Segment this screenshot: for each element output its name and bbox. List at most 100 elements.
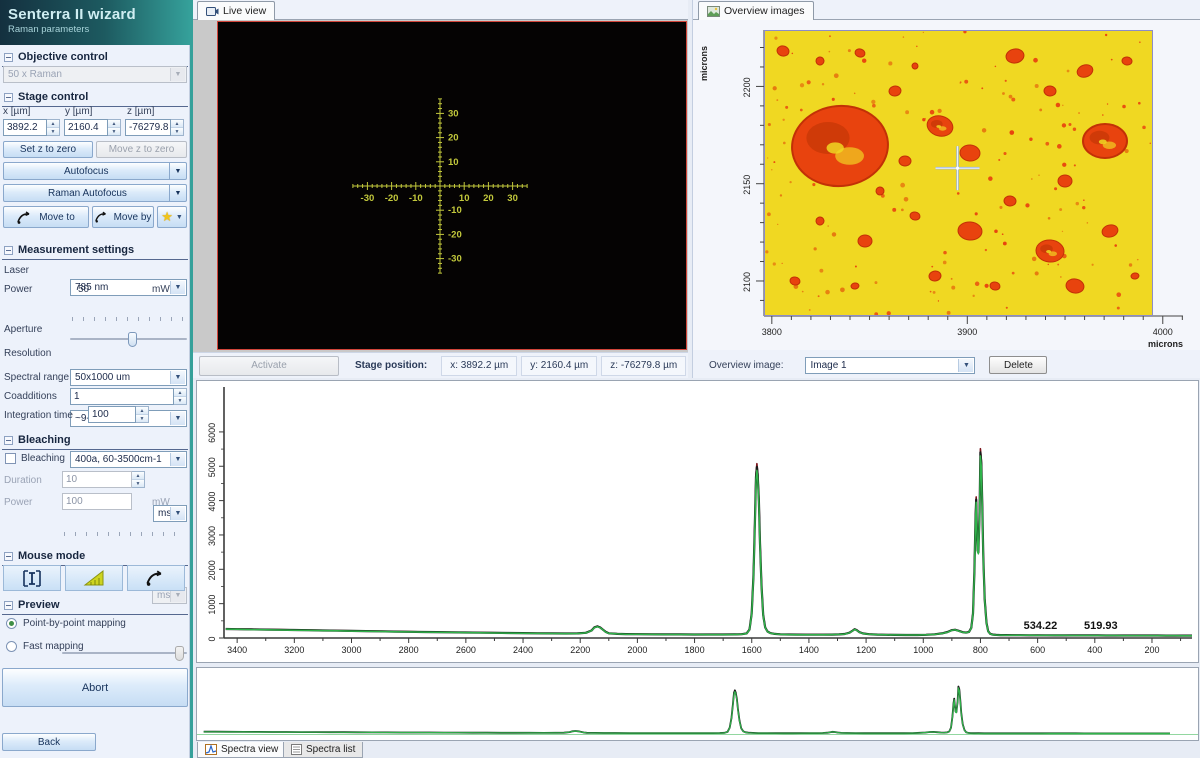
integration-time-field[interactable]: 100 ▲▼ [88,406,149,423]
raman-autofocus-button[interactable]: Raman Autofocus ▼ [3,184,187,202]
autofocus-button[interactable]: Autofocus ▼ [3,162,187,180]
move-by-button[interactable]: Move by [92,206,154,228]
radio-icon[interactable] [6,618,17,629]
z-position-value[interactable]: -76279.8 [125,119,171,136]
collapse-icon[interactable] [4,246,13,255]
integration-stepper[interactable]: ▲▼ [136,406,149,423]
svg-text:200: 200 [1144,645,1159,655]
section-title: Measurement settings [18,244,134,256]
chevron-down-icon[interactable]: ▼ [169,185,186,201]
overview-image-value: Image 1 [810,360,846,371]
measure-tool-button[interactable] [65,565,123,591]
move-by-label: Move by [114,212,152,223]
integration-time-value[interactable]: 100 [88,406,136,423]
bleach-power-unit: mW [152,497,170,508]
tab-live-view[interactable]: Live view [197,1,275,20]
bleaching-checkbox[interactable] [5,453,16,464]
move-to-button[interactable]: Move to [3,206,89,228]
collapse-icon[interactable] [4,601,13,610]
collapse-icon[interactable] [4,552,13,561]
tab-overview-images[interactable]: Overview images [698,1,814,20]
x-position-value[interactable]: 3892.2 [3,119,47,136]
duration-field[interactable]: 10 ▲▼ [62,471,145,488]
duration-value[interactable]: 10 [62,471,132,488]
chevron-down-icon: ▼ [170,371,185,384]
spectra-minimap-chart [197,668,1198,740]
live-view-image[interactable]: 1010-10-102020-20-203030-30-30 [217,21,687,350]
bleach-power-value[interactable]: 100 [62,493,132,510]
tab-spectra-list[interactable]: Spectra list [283,742,363,758]
aperture-label: Aperture [4,324,42,335]
radio-label: Point-by-point mapping [23,618,126,629]
power-slider[interactable] [70,332,187,346]
spectral-range-label: Spectral range [4,372,69,383]
svg-text:1200: 1200 [856,645,876,655]
z-stepper[interactable]: ▲▼ [171,119,184,136]
y-stepper[interactable]: ▲▼ [108,119,121,136]
y-position-field[interactable]: 2160.4 ▲▼ [64,119,121,136]
svg-text:6000: 6000 [207,423,217,443]
svg-text:20: 20 [448,133,459,144]
svg-text:2000: 2000 [627,645,647,655]
collapse-icon[interactable] [4,436,13,445]
collapse-icon[interactable] [4,53,13,62]
crosshair-scale: 1010-10-102020-20-203030-30-30 [218,22,686,349]
coadditions-field[interactable]: 1 ▲▼ [70,388,187,405]
slider-ticks [72,317,185,321]
overview-image-select[interactable]: Image 1 ▼ [805,357,975,374]
bleaching-checkbox-label: Bleaching [21,453,65,464]
duration-label: Duration [4,475,42,486]
x-position-field[interactable]: 3892.2 ▲▼ [3,119,60,136]
radio-icon[interactable] [6,641,17,652]
bleaching-checkbox-row[interactable]: Bleaching [5,453,65,464]
section-measurement-settings: Measurement settings [2,242,188,260]
z-label: z [µm] [127,106,154,117]
move-z-to-zero-button[interactable]: Move z to zero [96,141,187,158]
svg-text:microns: microns [1148,339,1183,349]
back-button[interactable]: Back [2,733,96,751]
marker-tool-button[interactable] [3,565,61,591]
spectra-tab-strip: Spectra view Spectra list [195,742,1200,758]
peak-annotation: 519.93 [1084,620,1118,632]
set-z-to-zero-button[interactable]: Set z to zero [3,141,93,158]
camera-icon [206,6,219,17]
slider-thumb[interactable] [175,646,184,661]
section-title: Stage control [18,91,88,103]
chevron-down-icon[interactable]: ▼ [169,163,186,179]
favorites-button[interactable]: ★ ▼ [157,206,187,228]
duration-stepper[interactable]: ▲▼ [132,471,145,488]
svg-text:2600: 2600 [456,645,476,655]
radio-point-by-point[interactable]: Point-by-point mapping [6,618,126,629]
spectra-minimap[interactable] [196,667,1199,741]
spectra-main-plot[interactable]: 0100020003000400050006000340032003000280… [196,380,1199,663]
overview-image[interactable] [764,30,1153,316]
aperture-select[interactable]: 50x1000 um ▼ [70,369,187,386]
tab-label: Overview images [724,5,805,17]
tab-spectra-view[interactable]: Spectra view [197,742,286,758]
svg-text:1000: 1000 [913,645,933,655]
y-position-value[interactable]: 2160.4 [64,119,108,136]
svg-text:4000: 4000 [207,492,217,512]
chevron-down-icon: ▼ [170,453,185,466]
move-pointer-tool-button[interactable] [127,565,185,591]
power-label: Power [4,284,32,295]
collapse-icon[interactable] [4,93,13,102]
spectral-range-select[interactable]: 400a, 60-3500cm-1 ▼ [70,451,187,468]
image-icon [707,6,720,17]
delete-button[interactable]: Delete [989,356,1047,374]
abort-button[interactable]: Abort [2,668,188,707]
x-label: x [µm] [3,106,30,117]
activate-button[interactable]: Activate [199,356,339,376]
radio-fast-mapping[interactable]: Fast mapping [6,641,84,652]
coadditions-stepper[interactable]: ▲▼ [174,388,187,405]
objective-select[interactable]: 50 x Raman ▼ [3,66,187,83]
radio-label: Fast mapping [23,641,84,652]
x-stepper[interactable]: ▲▼ [47,119,60,136]
svg-text:-20: -20 [448,229,462,240]
tab-label: Spectra list [306,744,355,755]
tab-label: Spectra view [221,744,278,755]
slider-thumb[interactable] [128,332,137,347]
stage-y-readout: y: 2160.4 µm [521,356,597,376]
z-position-field[interactable]: -76279.8 ▲▼ [125,119,184,136]
coadditions-value[interactable]: 1 [70,388,174,405]
